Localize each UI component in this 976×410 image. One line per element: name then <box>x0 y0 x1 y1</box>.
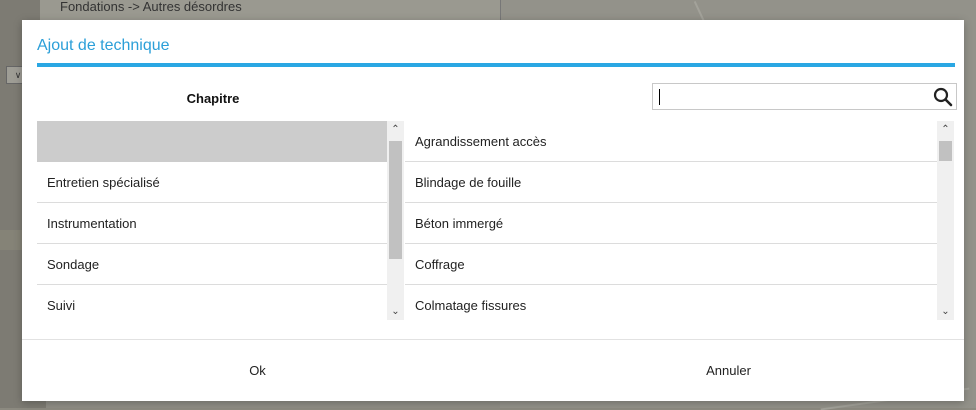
technique-item[interactable]: Coffrage <box>405 244 937 285</box>
chapitre-list: Entretien spécialisé Instrumentation Son… <box>37 121 389 320</box>
chevron-down-icon[interactable]: ⌄ <box>937 303 954 320</box>
chapitre-item[interactable]: Instrumentation <box>37 203 389 244</box>
technique-item[interactable]: Colmatage fissures <box>405 285 937 320</box>
text-caret <box>659 89 660 105</box>
cancel-button[interactable]: Annuler <box>493 340 964 401</box>
chapitre-item[interactable]: Sondage <box>37 244 389 285</box>
dialog-title: Ajout de technique <box>37 37 170 54</box>
chapitre-item[interactable]: Entretien spécialisé <box>37 162 389 203</box>
chevron-up-icon[interactable]: ⌃ <box>937 121 954 138</box>
chapitre-item[interactable] <box>37 121 389 162</box>
chapitre-item[interactable]: Suivi <box>37 285 389 320</box>
technique-item[interactable]: Blindage de fouille <box>405 162 937 203</box>
technique-item[interactable]: Agrandissement accès <box>405 121 937 162</box>
technique-scrollbar[interactable]: ⌃ ⌄ <box>937 121 954 320</box>
search-icon[interactable] <box>933 87 953 107</box>
scrollbar-thumb[interactable] <box>939 141 952 161</box>
search-field[interactable] <box>652 83 957 110</box>
technique-list: Agrandissement accès Blindage de fouille… <box>405 121 937 320</box>
chevron-down-icon[interactable]: ⌄ <box>387 303 404 320</box>
title-underline <box>37 63 955 67</box>
background-breadcrumb: Fondations -> Autres désordres <box>60 0 242 14</box>
chevron-up-icon[interactable]: ⌃ <box>387 121 404 138</box>
chapitre-scrollbar[interactable]: ⌃ ⌄ <box>387 121 404 320</box>
search-input[interactable] <box>656 86 926 107</box>
ok-button[interactable]: Ok <box>22 340 493 401</box>
technique-item[interactable]: Béton immergé <box>405 203 937 244</box>
add-technique-dialog: Ajout de technique Chapitre Entretien sp… <box>22 20 964 401</box>
chapitre-column-header: Chapitre <box>186 91 240 106</box>
scrollbar-thumb[interactable] <box>389 141 402 259</box>
